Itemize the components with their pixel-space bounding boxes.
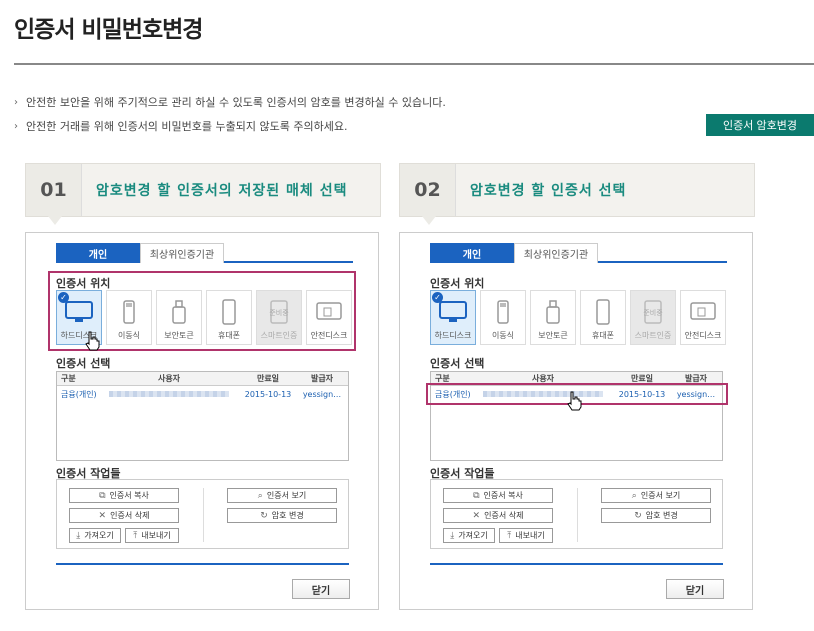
table-header: 구분 사용자 만료일 발급자 — [57, 372, 348, 386]
copy-icon: ⧉ — [473, 490, 480, 501]
hand-cursor-icon — [567, 391, 582, 411]
step-text: 암호변경 할 인증서의 저장된 매체 선택 — [96, 183, 348, 199]
download-icon: ⤓ — [450, 530, 455, 541]
col-issuer: 발급자 — [310, 374, 334, 383]
import-button[interactable]: ⤓ 가져오기 — [69, 528, 121, 543]
close-icon: ✕ — [98, 510, 107, 521]
bottom-divider — [430, 563, 723, 565]
divider — [203, 488, 204, 542]
cert-expiry: 2015-10-13 — [244, 389, 292, 399]
smart-cert-icon: 준비중 — [643, 300, 663, 324]
svg-text:준비중: 준비중 — [643, 308, 663, 317]
device-token[interactable]: 보안토큰 — [530, 290, 576, 345]
tab-root-ca[interactable]: 최상위인증기관 — [140, 243, 224, 263]
change-password-button[interactable]: 인증서 암호변경 — [706, 114, 814, 136]
step-1-header: 01 암호변경 할 인증서의 저장된 매체 선택 — [25, 163, 381, 225]
notes-list: › 안전한 보안을 위해 주기적으로 관리 하실 수 있도록 인증서의 암호를 변… — [14, 90, 446, 138]
cert-user-blurred — [99, 390, 239, 399]
col-expiry: 만료일 — [256, 374, 280, 383]
note-text: 안전한 거래를 위해 인증서의 비밀번호를 누출되지 않도록 주의하세요. — [26, 120, 348, 133]
device-label: 휴대폰 — [591, 331, 615, 340]
device-label: 안전디스크 — [684, 331, 722, 340]
cert-table: 구분 사용자 만료일 발급자 금융(개인) 2015-10-13 yessign… — [56, 371, 349, 461]
copy-cert-button[interactable]: ⧉ 인증서 복사 — [69, 488, 179, 503]
change-pw-button[interactable]: ↻ 암호 변경 — [601, 508, 711, 523]
divider — [577, 488, 578, 542]
device-harddisk[interactable]: ✓ 하드디스크 — [430, 290, 476, 345]
device-removable[interactable]: 이동식 — [480, 290, 526, 345]
refresh-icon: ↻ — [634, 510, 642, 521]
bottom-divider — [56, 563, 349, 565]
device-smart-cert: 준비중 스마트인증 — [630, 290, 676, 345]
close-icon: ✕ — [472, 510, 481, 521]
location-label: 인증서 위치 — [430, 277, 485, 290]
tab-personal[interactable]: 개인 — [56, 243, 140, 263]
step-number: 01 — [26, 164, 82, 225]
delete-cert-button[interactable]: ✕ 인증서 삭제 — [69, 508, 179, 523]
copy-cert-button[interactable]: ⧉ 인증서 복사 — [443, 488, 553, 503]
safe-disk-icon — [690, 302, 716, 320]
upload-icon: ⤒ — [133, 530, 138, 541]
close-button[interactable]: 닫기 — [292, 579, 350, 599]
tab-root-ca[interactable]: 최상위인증기관 — [514, 243, 598, 263]
usb-icon — [497, 300, 509, 324]
ops-box: ⧉ 인증서 복사 ✕ 인증서 삭제 ⤓ 가져오기 ⤒ 내보내기 ⌕ 인증서 보기 ↻ 암호 … — [56, 479, 349, 549]
dialog-tabs: 개인 최상위인증기관 — [430, 243, 727, 263]
note-item: › 안전한 거래를 위해 인증서의 비밀번호를 누출되지 않도록 주의하세요. — [14, 114, 446, 138]
search-icon: ⌕ — [257, 490, 263, 501]
device-label: 이동식 — [491, 331, 515, 340]
cert-issuer: yessign… — [302, 389, 342, 399]
note-item: › 안전한 보안을 위해 주기적으로 관리 하실 수 있도록 인증서의 암호를 변… — [14, 90, 446, 114]
cert-type: 금융(개인) — [61, 389, 97, 399]
example-dialog-2: 개인 최상위인증기관 인증서 위치 ✓ 하드디스크 이동식 보안토큰 휴대폰 준… — [399, 232, 753, 610]
phone-icon — [596, 299, 610, 325]
export-button[interactable]: ⤒ 내보내기 — [125, 528, 179, 543]
copy-icon: ⧉ — [99, 490, 106, 501]
monitor-icon — [439, 301, 467, 322]
col-user: 사용자 — [157, 374, 181, 383]
change-pw-button[interactable]: ↻ 암호 변경 — [227, 508, 337, 523]
view-cert-button[interactable]: ⌕ 인증서 보기 — [601, 488, 711, 503]
device-label: 보안토큰 — [538, 331, 568, 340]
delete-cert-button[interactable]: ✕ 인증서 삭제 — [443, 508, 553, 523]
step-2-header: 02 암호변경 할 인증서 선택 — [399, 163, 755, 225]
table-row[interactable]: 금융(개인) 2015-10-13 yessign… — [57, 386, 348, 402]
upload-icon: ⤒ — [507, 530, 512, 541]
device-list: ✓ 하드디스크 이동식 보안토큰 휴대폰 준비중 스마트인증 안전디스크 — [430, 290, 726, 345]
device-label: 스마트인증 — [634, 331, 672, 340]
view-cert-button[interactable]: ⌕ 인증서 보기 — [227, 488, 337, 503]
close-button[interactable]: 닫기 — [666, 579, 724, 599]
export-button[interactable]: ⤒ 내보내기 — [499, 528, 553, 543]
bullet-icon: › — [14, 120, 18, 132]
dialog-tabs: 개인 최상위인증기관 — [56, 243, 353, 263]
device-label: 하드디스크 — [434, 331, 472, 340]
example-dialog-1: 개인 최상위인증기관 인증서 위치 ✓ 하드디스크 이동식 보안토큰 휴대폰 준… — [25, 232, 379, 610]
step-number: 02 — [400, 164, 456, 225]
tab-personal[interactable]: 개인 — [430, 243, 514, 263]
search-icon: ⌕ — [631, 490, 637, 501]
step-text: 암호변경 할 인증서 선택 — [470, 183, 627, 199]
ops-box: ⧉ 인증서 복사 ✕ 인증서 삭제 ⤓ 가져오기 ⤒ 내보내기 ⌕ 인증서 보기 ↻ 암호 … — [430, 479, 723, 549]
note-text: 안전한 보안을 위해 주기적으로 관리 하실 수 있도록 인증서의 암호를 변경… — [26, 96, 446, 109]
device-safe-disk[interactable]: 안전디스크 — [680, 290, 726, 345]
hand-cursor-icon — [85, 331, 100, 351]
col-type: 구분 — [61, 374, 76, 383]
title-divider — [14, 63, 814, 65]
download-icon: ⤓ — [76, 530, 81, 541]
import-button[interactable]: ⤓ 가져오기 — [443, 528, 495, 543]
select-label: 인증서 선택 — [56, 357, 111, 370]
refresh-icon: ↻ — [260, 510, 268, 521]
token-icon — [546, 300, 560, 324]
bullet-icon: › — [14, 96, 18, 108]
device-phone[interactable]: 휴대폰 — [580, 290, 626, 345]
select-label: 인증서 선택 — [430, 357, 485, 370]
page-title: 인증서 비밀번호변경 — [14, 17, 203, 43]
